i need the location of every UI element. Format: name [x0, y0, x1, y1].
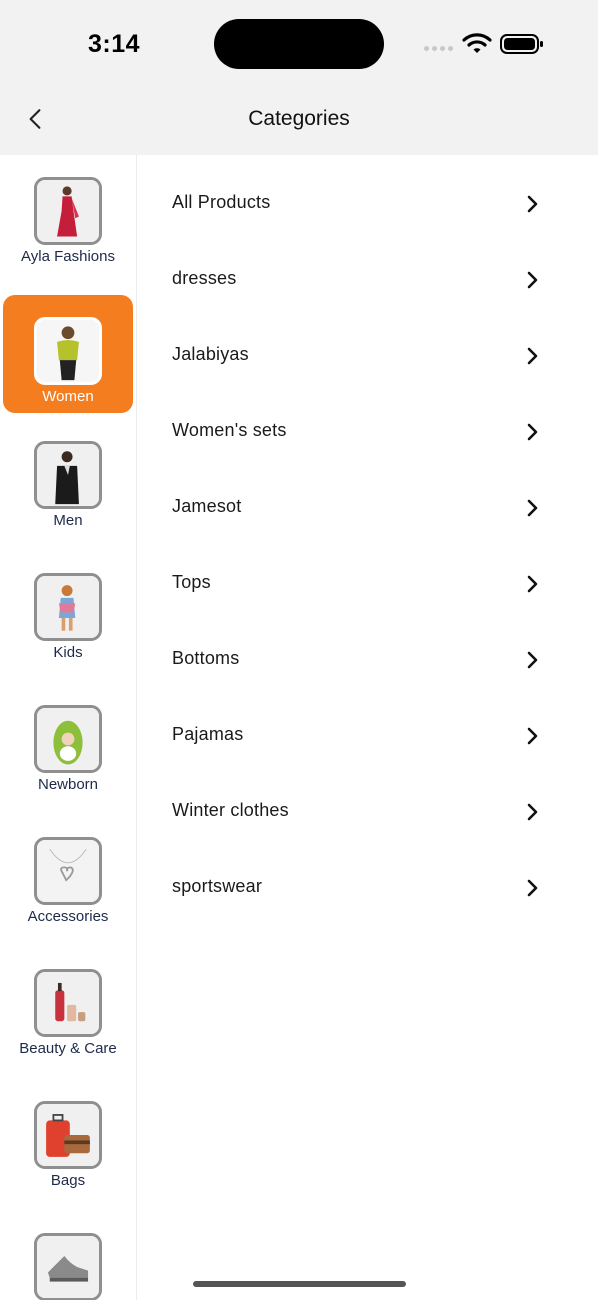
- list-item[interactable]: Women's sets: [137, 383, 598, 459]
- cellular-signal-icon: [424, 41, 454, 51]
- chevron-right-icon: [527, 803, 538, 821]
- home-indicator[interactable]: [193, 1281, 406, 1287]
- category-thumbnail: [34, 1101, 102, 1169]
- list-item[interactable]: sportswear: [137, 839, 598, 915]
- list-item-label: dresses: [172, 268, 237, 288]
- list-item-label: Jalabiyas: [172, 344, 249, 364]
- category-thumbnail: [34, 573, 102, 641]
- category-sidebar: Ayla Fashions Women Men Kids Newborn Acc…: [0, 155, 137, 1300]
- chevron-right-icon: [527, 727, 538, 745]
- sidebar-item-label: Beauty & Care: [19, 1040, 117, 1057]
- chevron-right-icon: [527, 499, 538, 517]
- list-item[interactable]: All Products: [137, 155, 598, 231]
- chevron-right-icon: [527, 347, 538, 365]
- sidebar-item-kids[interactable]: Kids: [3, 551, 133, 669]
- sidebar-item-label: Ayla Fashions: [21, 248, 115, 265]
- list-item-label: Tops: [172, 572, 211, 592]
- category-thumbnail: [34, 969, 102, 1037]
- sidebar-item-beauty-care[interactable]: Beauty & Care: [3, 947, 133, 1065]
- category-thumbnail: [34, 705, 102, 773]
- header-bar: 3:14 Categories: [0, 0, 598, 155]
- list-item-label: Jamesot: [172, 496, 242, 516]
- list-item-label: Women's sets: [172, 420, 287, 440]
- status-time: 3:14: [88, 30, 141, 58]
- dynamic-island: [214, 19, 384, 69]
- sidebar-item-label: Accessories: [27, 908, 109, 925]
- page-title: Categories: [248, 107, 350, 130]
- battery-icon: [500, 33, 544, 55]
- sidebar-item-ayla-fashions[interactable]: Ayla Fashions: [3, 155, 133, 273]
- list-item-label: sportswear: [172, 876, 263, 896]
- sidebar-item-men[interactable]: Men: [3, 419, 133, 537]
- categories-screen: 3:14 Categories Ayla Fashions Women Men …: [0, 0, 598, 1300]
- sidebar-item-label: Bags: [50, 1172, 86, 1189]
- category-thumbnail: [34, 441, 102, 509]
- list-item[interactable]: Winter clothes: [137, 763, 598, 839]
- sidebar-item-newborn[interactable]: Newborn: [3, 683, 133, 801]
- subcategory-list: All Products dresses Jalabiyas Women's s…: [137, 155, 598, 1300]
- list-item-label: Bottoms: [172, 648, 240, 668]
- chevron-right-icon: [527, 271, 538, 289]
- list-item[interactable]: Pajamas: [137, 687, 598, 763]
- category-thumbnail: [34, 1233, 102, 1300]
- chevron-right-icon: [527, 879, 538, 897]
- list-item[interactable]: Bottoms: [137, 611, 598, 687]
- sidebar-item-label: Women: [42, 388, 94, 405]
- chevron-right-icon: [527, 423, 538, 441]
- sidebar-item-bags[interactable]: Bags: [3, 1079, 133, 1197]
- list-item-label: Pajamas: [172, 724, 244, 744]
- sidebar-item-label: Kids: [53, 644, 83, 661]
- sidebar-item-label: Men: [53, 512, 83, 529]
- sidebar-item-women[interactable]: Women: [3, 295, 133, 413]
- sidebar-item-shoes[interactable]: [3, 1211, 133, 1300]
- list-item[interactable]: Jalabiyas: [137, 307, 598, 383]
- chevron-right-icon: [527, 651, 538, 669]
- list-item[interactable]: Jamesot: [137, 459, 598, 535]
- list-item[interactable]: Tops: [137, 535, 598, 611]
- sidebar-item-label: Newborn: [37, 776, 99, 793]
- wifi-icon: [462, 32, 492, 54]
- category-thumbnail: [34, 837, 102, 905]
- chevron-right-icon: [527, 575, 538, 593]
- category-thumbnail: [34, 177, 102, 245]
- list-item-label: All Products: [172, 192, 271, 212]
- category-thumbnail: [34, 317, 102, 385]
- list-item[interactable]: dresses: [137, 231, 598, 307]
- chevron-right-icon: [527, 195, 538, 213]
- sidebar-item-accessories[interactable]: Accessories: [3, 815, 133, 933]
- list-item-label: Winter clothes: [172, 800, 289, 820]
